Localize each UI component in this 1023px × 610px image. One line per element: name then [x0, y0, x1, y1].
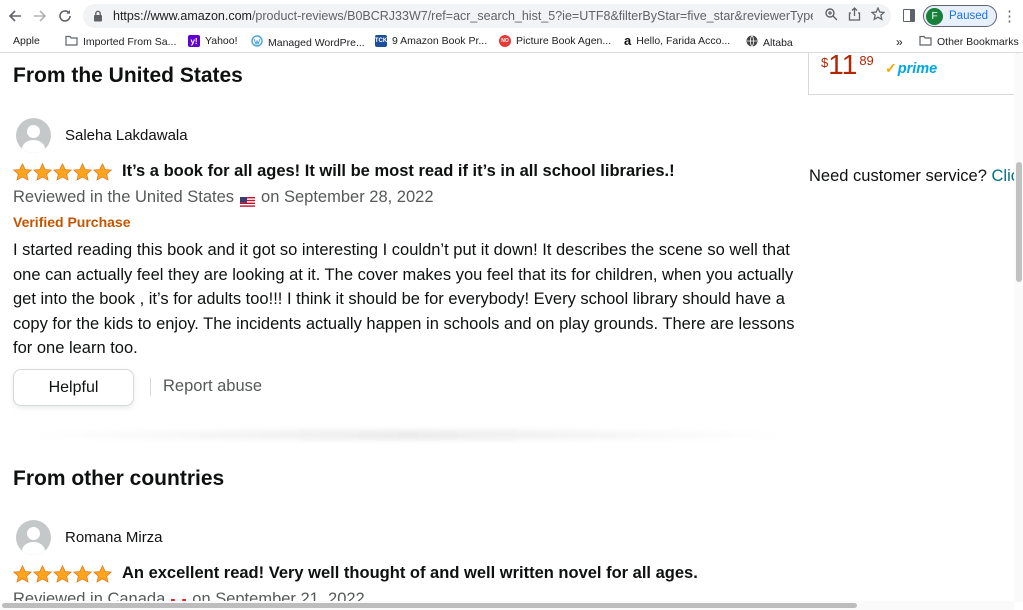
review-meta: Reviewed in the United States on Septemb…: [13, 188, 434, 207]
folder-icon: [919, 35, 932, 49]
star-icon: [53, 162, 72, 181]
bookmark-amazon-book[interactable]: TCK 9 Amazon Book Pr...: [375, 35, 487, 47]
address-bar[interactable]: https://www.amazon.com/product-reviews/B…: [83, 4, 891, 28]
star-icon: [33, 564, 52, 583]
bookmark-picture-book[interactable]: NO Picture Book Agen...: [499, 35, 611, 47]
browser-toolbar: https://www.amazon.com/product-reviews/B…: [0, 0, 1023, 33]
report-abuse-link[interactable]: Report abuse: [163, 377, 262, 396]
bookmarks-bar: Apple Imported From Sa... y! Yahoo! Mana…: [0, 33, 1023, 53]
bookmark-yahoo[interactable]: y! Yahoo!: [188, 35, 238, 47]
review-body: I started reading this book and it got s…: [13, 241, 795, 357]
vertical-scrollbar[interactable]: [1014, 54, 1023, 602]
bookmark-star-icon[interactable]: [870, 6, 886, 24]
share-icon[interactable]: [848, 7, 861, 24]
lock-icon: [93, 10, 107, 22]
star-icon: [13, 162, 32, 181]
review-title-row: An excellent read! Very well thought of …: [13, 564, 698, 583]
red-circle-icon: NO: [499, 35, 511, 47]
avatar: [16, 520, 51, 555]
wordpress-icon: [251, 35, 263, 50]
amazon-icon: a: [624, 33, 632, 48]
review-title-row: It’s a book for all ages! It will be mos…: [13, 162, 675, 181]
avatar: [16, 118, 51, 153]
customer-service-link[interactable]: Click here: [992, 167, 1014, 185]
star-icon: [73, 564, 92, 583]
star-icon: [53, 564, 72, 583]
star-icon: [13, 564, 32, 583]
review-title[interactable]: It’s a book for all ages! It will be mos…: [122, 162, 675, 181]
customer-service-text: Need customer service? Click here: [809, 167, 1014, 186]
verified-purchase-badge: Verified Purchase: [13, 214, 131, 230]
bookmark-altaba[interactable]: Altaba: [746, 35, 793, 50]
tck-icon: TCK: [375, 35, 387, 47]
star-rating: [13, 162, 112, 181]
price-box: $ 11 89 ✓ prime: [808, 49, 1018, 95]
star-rating: [13, 564, 112, 583]
globe-icon: [746, 35, 758, 50]
reviewer-name: Romana Mirza: [65, 529, 163, 546]
reviewer-profile[interactable]: Romana Mirza: [16, 520, 163, 555]
profile-button[interactable]: F Paused: [923, 5, 998, 27]
yahoo-icon: y!: [188, 35, 200, 47]
side-panel-icon[interactable]: [903, 9, 915, 22]
folder-icon: [65, 35, 78, 49]
section-heading-us: From the United States: [13, 64, 243, 87]
bookmark-hello-farida[interactable]: a Hello, Farida Acco...: [624, 33, 730, 48]
bookmark-imported[interactable]: Imported From Sa...: [65, 35, 176, 49]
scrollbar-thumb[interactable]: [1016, 162, 1022, 282]
zoom-icon[interactable]: [824, 7, 838, 24]
reload-icon[interactable]: [54, 5, 76, 27]
section-heading-other: From other countries: [13, 467, 225, 490]
section-divider: [13, 430, 803, 440]
price: $ 11 89: [821, 49, 874, 80]
bookmark-other[interactable]: Other Bookmarks: [919, 35, 1019, 49]
reviewer-profile[interactable]: Saleha Lakdawala: [16, 118, 188, 153]
back-arrow-icon[interactable]: [4, 5, 26, 27]
prime-badge: ✓ prime: [885, 60, 938, 77]
prime-check-icon: ✓: [885, 60, 897, 76]
helpful-button[interactable]: Helpful: [13, 369, 134, 406]
forward-arrow-icon[interactable]: [29, 5, 51, 27]
us-flag-icon: [240, 193, 256, 207]
bookmark-wordpress[interactable]: Managed WordPre...: [251, 35, 365, 50]
bookmark-apple[interactable]: Apple: [8, 35, 40, 47]
bookmarks-overflow-button[interactable]: »: [896, 35, 903, 49]
review-title[interactable]: An excellent read! Very well thought of …: [122, 564, 698, 583]
scrollbar-thumb[interactable]: [2, 603, 857, 608]
profile-avatar: F: [926, 7, 943, 25]
url-text: https://www.amazon.com/product-reviews/B…: [113, 9, 813, 23]
divider: [150, 378, 151, 396]
reviewer-name: Saleha Lakdawala: [65, 127, 188, 144]
star-icon: [93, 162, 112, 181]
profile-status: Paused: [949, 10, 989, 22]
more-menu-icon[interactable]: ⋮: [1002, 7, 1017, 25]
star-icon: [33, 162, 52, 181]
star-icon: [93, 564, 112, 583]
star-icon: [73, 162, 92, 181]
horizontal-scrollbar[interactable]: [0, 601, 1014, 610]
